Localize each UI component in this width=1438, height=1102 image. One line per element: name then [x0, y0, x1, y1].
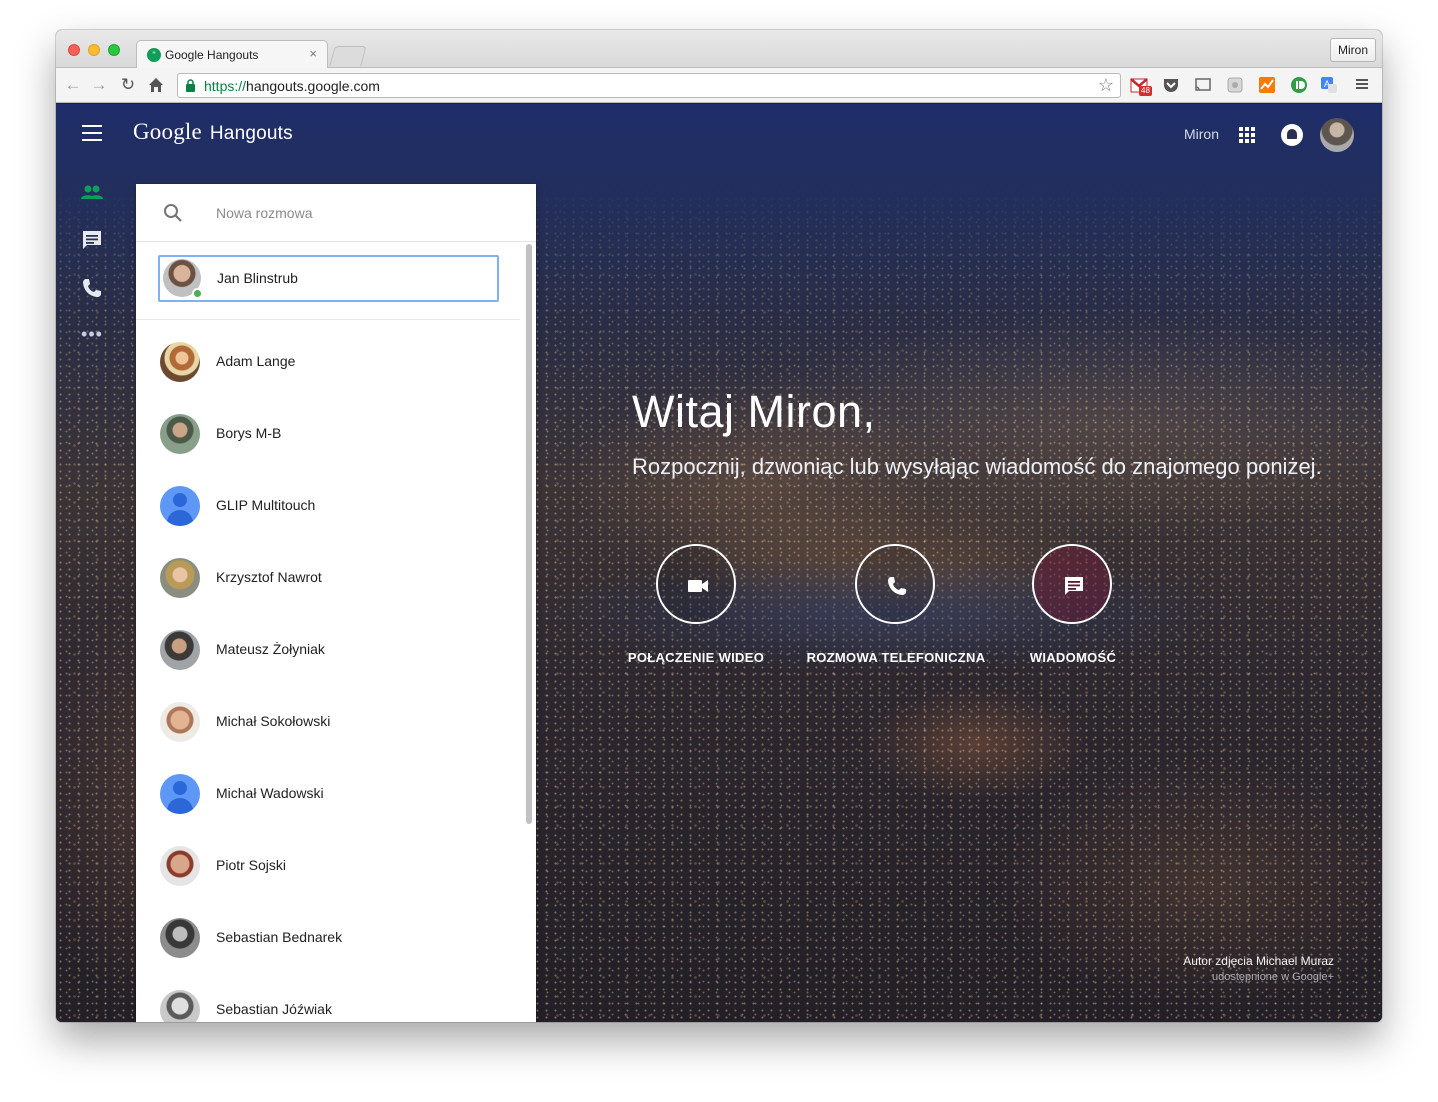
tab-title: Google Hangouts — [165, 48, 259, 62]
contact-name: Adam Lange — [216, 353, 296, 369]
chrome-menu-icon[interactable] — [1354, 76, 1374, 96]
contact-item[interactable]: Borys M-B — [136, 398, 520, 470]
contact-name: Mateusz Żołyniak — [216, 641, 325, 657]
contact-item[interactable]: GLIP Multitouch — [136, 470, 520, 542]
hangouts-app: Google Hangouts Miron ••• Nowa rozmowa J… — [56, 104, 1382, 1022]
photo-credit-shared: udostępnione w Google+ — [1211, 971, 1334, 983]
video-call-label: POŁĄCZENIE WIDEO — [627, 650, 765, 665]
browser-tab-hangouts[interactable]: " Google Hangouts × — [136, 40, 328, 69]
cast-icon[interactable] — [1194, 76, 1214, 96]
forward-arrow-icon[interactable]: → — [88, 74, 110, 96]
account-name[interactable]: Miron — [1184, 126, 1219, 142]
main-menu-icon[interactable] — [82, 125, 102, 141]
contact-name: Krzysztof Nawrot — [216, 569, 322, 585]
welcome-title: Witaj Miron, — [632, 386, 876, 437]
contacts-people-icon[interactable] — [80, 180, 104, 204]
gmail-badge: 48 — [1139, 86, 1152, 96]
avatar — [160, 846, 200, 886]
contact-item[interactable]: Piotr Sojski — [136, 830, 520, 902]
contact-item[interactable]: Michał Wadowski — [136, 758, 520, 830]
contact-name: Piotr Sojski — [216, 857, 287, 873]
photo-credit-author[interactable]: Autor zdjęcia Michael Muraz — [1183, 954, 1334, 968]
contact-item[interactable]: Michał Sokołowski — [136, 686, 520, 758]
online-status-dot — [192, 288, 203, 299]
video-call-circle[interactable] — [656, 544, 736, 624]
contact-item[interactable]: Mateusz Żołyniak — [136, 614, 520, 686]
google-hangouts-logo[interactable]: Google Hangouts — [133, 119, 293, 145]
phone-call-label: ROZMOWA TELEFONICZNA — [806, 650, 986, 665]
new-conversation-search-input[interactable] — [216, 198, 506, 228]
avatar — [160, 918, 200, 958]
translate-icon[interactable]: A — [1320, 76, 1340, 96]
avatar — [160, 558, 200, 598]
photo-credit: Autor zdjęcia Michael Muraz udostępnione… — [1183, 954, 1334, 983]
apps-grid-icon[interactable] — [1239, 127, 1255, 143]
contact-item[interactable]: Sebastian Bednarek — [136, 902, 520, 974]
extension-grey-icon[interactable] — [1226, 76, 1246, 96]
browser-tab-bar: " Google Hangouts × Miron — [56, 30, 1382, 69]
contacts-panel: Jan Blinstrub Adam Lange Borys M-B GLIP … — [136, 184, 536, 1022]
new-tab-button[interactable] — [329, 46, 367, 66]
avatar — [160, 990, 200, 1022]
green-extension-icon[interactable] — [1290, 76, 1310, 96]
window-close-button[interactable] — [68, 44, 80, 56]
browser-window: " Google Hangouts × Miron ← → ↻ https://… — [56, 30, 1382, 1022]
welcome-subtitle: Rozpocznij, dzwoniąc lub wysyłając wiado… — [632, 454, 1322, 479]
contact-name: Michał Sokołowski — [216, 713, 331, 729]
contact-name: Michał Wadowski — [216, 785, 324, 801]
phone-calls-icon[interactable] — [80, 276, 104, 300]
home-icon[interactable] — [145, 74, 167, 96]
contact-name: Sebastian Jóźwiak — [216, 1001, 332, 1017]
stats-extension-icon[interactable] — [1258, 76, 1278, 96]
contact-item-jan-blinstrub[interactable]: Jan Blinstrub — [158, 255, 499, 302]
phone-call-button[interactable]: ROZMOWA TELEFONICZNA — [796, 544, 996, 674]
browser-toolbar: ← → ↻ https://hangouts.google.com ☆ 48 A — [56, 68, 1382, 103]
contact-name: Sebastian Bednarek — [216, 929, 343, 945]
reload-icon[interactable]: ↻ — [117, 74, 139, 96]
default-avatar-icon — [160, 486, 200, 526]
message-icon — [1065, 577, 1083, 595]
contact-name: Jan Blinstrub — [217, 270, 298, 286]
contacts-scrollbar[interactable] — [526, 244, 532, 824]
lock-icon — [186, 79, 195, 92]
gmail-extension-icon[interactable]: 48 — [1130, 76, 1152, 96]
search-icon — [164, 204, 182, 222]
window-zoom-button[interactable] — [108, 44, 120, 56]
message-button[interactable]: WIADOMOŚĆ — [973, 544, 1173, 674]
hangouts-favicon-icon: " — [147, 48, 161, 62]
message-label: WIADOMOŚĆ — [1029, 650, 1117, 665]
video-camera-icon — [688, 580, 708, 592]
phone-call-circle[interactable] — [855, 544, 935, 624]
address-bar[interactable]: https://hangouts.google.com ☆ — [177, 73, 1121, 98]
account-avatar[interactable] — [1320, 118, 1354, 152]
contact-name: Borys M-B — [216, 425, 282, 441]
back-arrow-icon[interactable]: ← — [62, 74, 84, 96]
url-text: https://hangouts.google.com — [204, 78, 380, 94]
conversations-chat-icon[interactable] — [80, 228, 104, 252]
avatar — [160, 342, 200, 382]
profile-button[interactable]: Miron — [1330, 38, 1376, 62]
notifications-bell-icon[interactable] — [1281, 124, 1303, 146]
avatar — [160, 414, 200, 454]
search-row — [136, 184, 536, 242]
bookmark-star-icon[interactable]: ☆ — [1098, 75, 1114, 96]
message-circle[interactable] — [1032, 544, 1112, 624]
phone-icon — [888, 577, 906, 595]
more-options-icon[interactable]: ••• — [80, 324, 104, 348]
contact-item[interactable]: Sebastian Jóźwiak — [136, 974, 520, 1022]
contact-item[interactable]: Adam Lange — [136, 326, 520, 398]
video-call-button[interactable]: POŁĄCZENIE WIDEO — [596, 544, 796, 674]
contact-name: GLIP Multitouch — [216, 497, 316, 513]
contact-item[interactable]: Krzysztof Nawrot — [136, 542, 520, 614]
tab-close-icon[interactable]: × — [309, 46, 317, 61]
avatar — [160, 630, 200, 670]
divider — [136, 319, 520, 320]
default-avatar-icon — [160, 774, 200, 814]
avatar — [160, 702, 200, 742]
window-minimize-button[interactable] — [88, 44, 100, 56]
pocket-extension-icon[interactable] — [1162, 76, 1182, 96]
